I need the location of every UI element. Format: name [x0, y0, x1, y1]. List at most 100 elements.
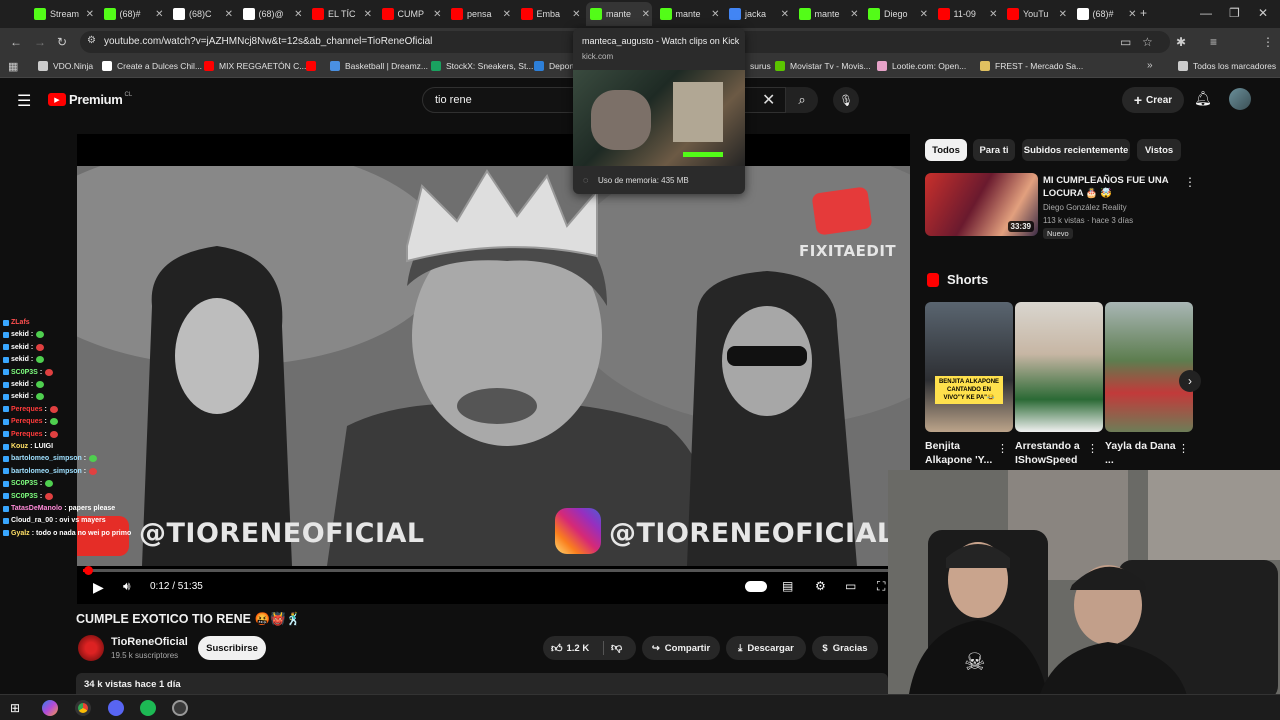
site-info-icon[interactable]: ⚙ — [87, 35, 96, 46]
description-box[interactable]: 34 k vistas hace 1 día — [76, 673, 888, 694]
thanks-button[interactable]: $ Gracias — [812, 636, 878, 660]
chrome-menu-icon[interactable]: ⋮ — [1262, 35, 1274, 49]
bookmark-item[interactable]: FREST - Mercado Sa... — [980, 61, 1083, 71]
close-tab-icon[interactable]: ✕ — [155, 9, 163, 20]
short-2-more-icon[interactable]: ⋮ — [1087, 442, 1098, 455]
filter-chip[interactable]: Para ti — [973, 139, 1015, 161]
short-thumbnail-2[interactable] — [1015, 302, 1103, 432]
channel-name[interactable]: TioReneOficial — [111, 636, 188, 648]
bookmark-item[interactable]: Deport — [534, 61, 575, 71]
more-bookmarks-icon[interactable]: » — [1147, 60, 1153, 71]
browser-tab[interactable]: (68)# ✕ — [1073, 2, 1139, 26]
copilot-icon[interactable] — [42, 700, 58, 716]
short-thumbnail-1[interactable]: BENJITA ALKAPONE CANTANDO EN VIVO"Y KE P… — [925, 302, 1013, 432]
shorts-next-arrow-icon[interactable]: › — [1179, 370, 1201, 392]
bookmark-item[interactable]: MIX REGGAETÓN C... — [204, 61, 306, 71]
play-button[interactable]: ▶ — [93, 579, 104, 596]
subtitles-icon[interactable]: ▤ — [782, 579, 793, 593]
close-tab-icon[interactable]: ✕ — [850, 9, 858, 20]
short-1-more-icon[interactable]: ⋮ — [997, 442, 1008, 455]
fullscreen-icon[interactable]: ⛶ — [877, 579, 885, 594]
back-icon[interactable]: ← — [10, 35, 22, 49]
settings-gear-icon[interactable]: ⚙ — [815, 579, 826, 593]
close-tab-icon[interactable]: ✕ — [572, 9, 580, 20]
video-player[interactable]: FIXITAEDIT @TIORENEOFICIAL @TIORENEOFICI… — [77, 134, 910, 604]
hamburger-menu-icon[interactable]: ☰ — [17, 91, 31, 111]
browser-tab[interactable]: Emba ✕ — [517, 2, 583, 26]
account-avatar[interactable] — [1229, 88, 1251, 110]
short-thumbnail-3[interactable] — [1105, 302, 1193, 432]
bookmark-item[interactable]: Lootie.com: Open... — [877, 61, 966, 71]
clear-search-icon[interactable]: ✕ — [762, 90, 775, 110]
reload-icon[interactable]: ↻ — [57, 35, 67, 49]
browser-tab[interactable]: mante ✕ — [656, 2, 722, 26]
tab-search-icon[interactable]: ≡ — [1210, 35, 1217, 49]
chrome-taskbar-icon[interactable] — [75, 700, 91, 716]
bookmark-item[interactable]: VDO.Ninja — [38, 61, 93, 71]
more-options-icon[interactable]: ⋮ — [1184, 175, 1196, 189]
spotify-icon[interactable] — [140, 700, 156, 716]
bookmark-star-icon[interactable]: ☆ — [1142, 35, 1153, 49]
like-count[interactable]: 1.2 K — [567, 643, 590, 654]
notifications-bell-icon[interactable]: 🔔︎ — [1194, 90, 1212, 107]
progress-scrubber[interactable] — [84, 566, 94, 575]
cast-icon[interactable]: ▭ — [1120, 35, 1131, 49]
close-tab-icon[interactable]: ✕ — [989, 9, 997, 20]
bookmark-item[interactable]: Movistar Tv - Movis... — [775, 61, 871, 71]
close-tab-icon[interactable]: ✕ — [503, 9, 511, 20]
recommended-thumbnail[interactable]: 33:39 — [925, 173, 1038, 236]
bookmark-item[interactable] — [306, 61, 321, 71]
channel-avatar[interactable] — [78, 635, 104, 661]
search-button[interactable]: ⌕ — [786, 87, 818, 113]
browser-tab[interactable]: mante ✕ — [795, 2, 861, 26]
recommended-channel[interactable]: Diego González Reality — [1043, 203, 1127, 212]
minimize-icon[interactable]: — — [1200, 6, 1212, 20]
browser-tab[interactable]: Stream ✕ — [30, 2, 96, 26]
close-tab-icon[interactable]: ✕ — [86, 9, 94, 20]
youtube-logo[interactable]: ▶ Premium CL — [48, 92, 132, 107]
filter-chip[interactable]: Subidos recientemente — [1022, 139, 1130, 161]
recommended-title[interactable]: MI CUMPLEAÑOS FUE UNA LOCURA 🎂 🤯 — [1043, 174, 1183, 200]
filter-chip[interactable]: Todos — [925, 139, 967, 161]
create-button[interactable]: + Crear — [1122, 87, 1184, 113]
thumbs-down-icon[interactable]: 👎︎ — [611, 641, 622, 654]
bookmark-item[interactable]: Todos los marcadores — [1178, 61, 1276, 71]
video-progress-bar[interactable] — [83, 566, 903, 575]
close-tab-icon[interactable]: ✕ — [433, 9, 441, 20]
short-title-1[interactable]: Benjita Alkapone 'Y... — [925, 439, 1000, 467]
volume-icon[interactable]: 🔊︎ — [123, 579, 131, 594]
apps-grid-icon[interactable]: ▦ — [8, 60, 18, 73]
bookmark-item[interactable]: Basketball | Dreamz... — [330, 61, 428, 71]
share-button[interactable]: ↪ Compartir — [642, 636, 720, 660]
close-tab-icon[interactable]: ✕ — [781, 9, 789, 20]
theater-mode-icon[interactable]: ▭ — [845, 579, 856, 593]
short-title-3[interactable]: Yayla da Dana ... — [1105, 439, 1180, 467]
discord-icon[interactable] — [108, 700, 124, 716]
close-tab-icon[interactable]: ✕ — [642, 9, 650, 20]
browser-tab[interactable]: CUMP ✕ — [378, 2, 444, 26]
thumbs-up-icon[interactable]: 👍︎ — [551, 642, 563, 655]
browser-tab[interactable]: (68)C ✕ — [169, 2, 235, 26]
filter-chip[interactable]: Vistos — [1137, 139, 1181, 161]
bookmark-item[interactable]: Create a Dulces Chil... — [102, 61, 202, 71]
close-tab-icon[interactable]: ✕ — [1059, 9, 1067, 20]
close-window-icon[interactable]: ✕ — [1258, 6, 1268, 20]
close-tab-icon[interactable]: ✕ — [1128, 9, 1136, 20]
browser-tab[interactable]: mante ✕ — [586, 2, 652, 26]
close-tab-icon[interactable]: ✕ — [364, 9, 372, 20]
extensions-icon[interactable]: ✱ — [1176, 35, 1186, 49]
browser-tab[interactable]: 11-09 ✕ — [934, 2, 1000, 26]
close-tab-icon[interactable]: ✕ — [711, 9, 719, 20]
close-tab-icon[interactable]: ✕ — [294, 9, 302, 20]
browser-tab[interactable]: jacka ✕ — [725, 2, 791, 26]
download-button[interactable]: ⤓ Descargar — [726, 636, 806, 660]
browser-tab[interactable]: (68)# ✕ — [100, 2, 166, 26]
obs-icon[interactable] — [172, 700, 188, 716]
browser-tab[interactable]: EL TÍC ✕ — [308, 2, 374, 26]
forward-icon[interactable]: → — [34, 35, 46, 49]
autoplay-toggle[interactable] — [745, 581, 767, 592]
browser-tab[interactable]: Diego ✕ — [864, 2, 930, 26]
short-3-more-icon[interactable]: ⋮ — [1178, 442, 1189, 455]
close-tab-icon[interactable]: ✕ — [920, 9, 928, 20]
microphone-icon[interactable]: 🎙 — [833, 87, 859, 113]
